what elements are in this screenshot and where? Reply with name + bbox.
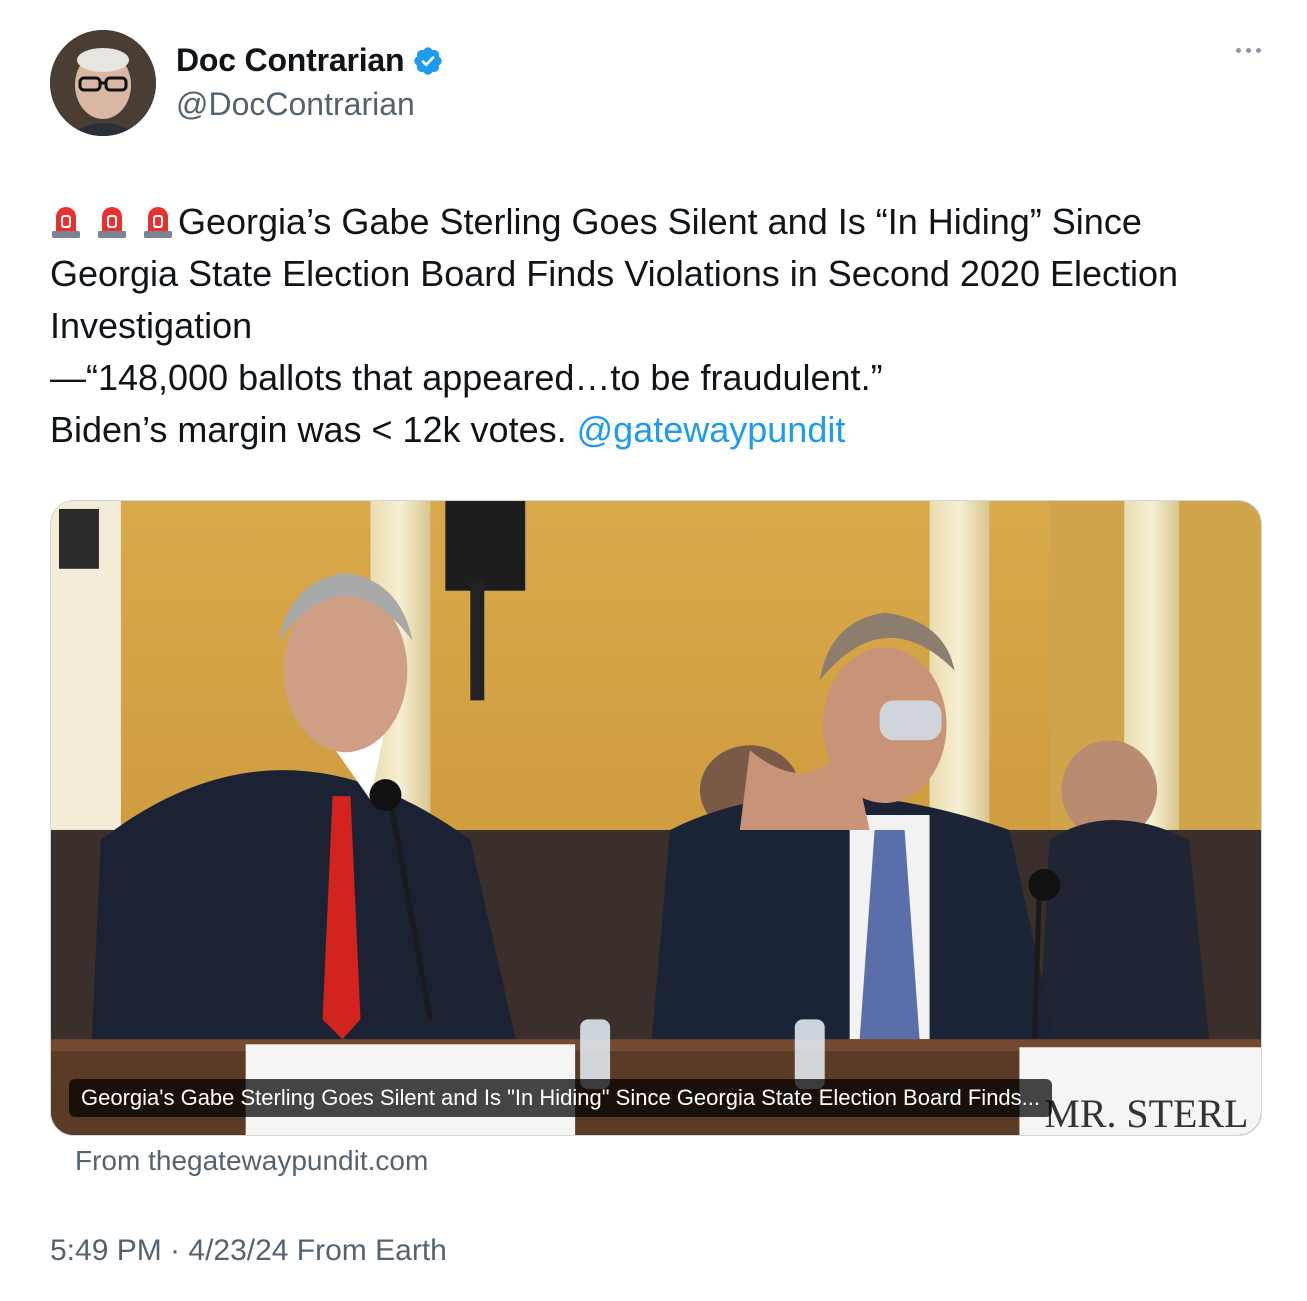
hearing-photo: MR. STERL xyxy=(51,501,1261,1135)
source-link[interactable]: From thegatewaypundit.com xyxy=(75,1145,428,1177)
link-card-title: Georgia's Gabe Sterling Goes Silent and … xyxy=(69,1079,1052,1117)
mention-link[interactable]: @gatewaypundit xyxy=(577,409,846,450)
more-options-icon[interactable] xyxy=(1236,48,1261,53)
tweet-text-line: Georgia’s Gabe Sterling Goes Silent and … xyxy=(178,201,1142,242)
avatar[interactable] xyxy=(50,30,156,136)
tweet-text-line: Investigation xyxy=(50,305,253,346)
tweet-text-line: Georgia State Election Board Finds Viola… xyxy=(50,253,1179,294)
media-image: MR. STERL xyxy=(51,501,1261,1135)
nameplate-text: MR. STERL xyxy=(1044,1091,1248,1135)
display-name-row: Doc Contrarian xyxy=(176,42,444,79)
display-name[interactable]: Doc Contrarian xyxy=(176,42,405,79)
siren-icon xyxy=(52,207,80,238)
tweet: Doc Contrarian @DocContrarian Georgia’s … xyxy=(0,0,1307,1301)
verified-badge-icon xyxy=(414,46,443,75)
tweet-line-5: Biden’s margin was < 12k votes. @gateway… xyxy=(50,404,1265,456)
tweet-text-line: —“148,000 ballots that appeared…to be fr… xyxy=(50,357,883,398)
siren-icon xyxy=(144,207,172,238)
link-card[interactable]: MR. STERL Georgia's Gabe Sterling Goes S… xyxy=(50,500,1262,1136)
handle[interactable]: @DocContrarian xyxy=(176,86,415,123)
tweet-text-line: Biden’s margin was < 12k votes. xyxy=(50,409,567,450)
tweet-line-1: Georgia’s Gabe Sterling Goes Silent and … xyxy=(50,196,1265,248)
tweet-text: Georgia’s Gabe Sterling Goes Silent and … xyxy=(50,196,1265,456)
timestamp[interactable]: 5:49 PM · 4/23/24 From Earth xyxy=(50,1234,447,1268)
avatar-image xyxy=(50,30,156,136)
siren-icon xyxy=(98,207,126,238)
